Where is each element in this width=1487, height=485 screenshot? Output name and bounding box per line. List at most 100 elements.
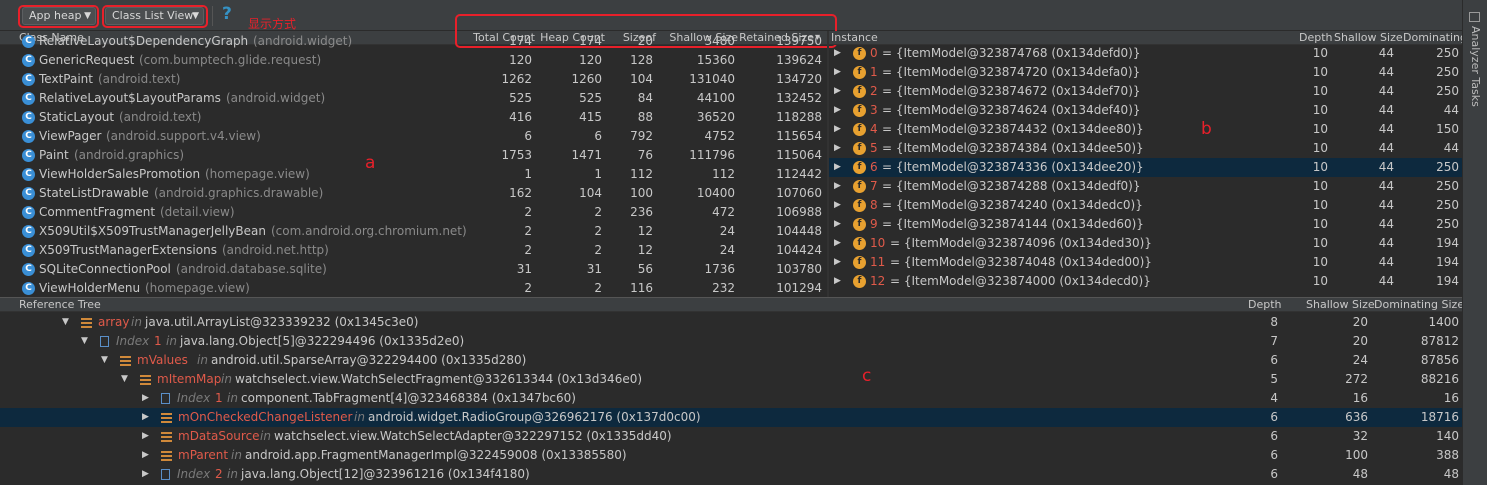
instance-row[interactable]: ▶ f 7 = {ItemModel@323874288 (0x134dedf0)} 1… [829, 177, 1462, 196]
class-row[interactable]: C Paint (android.graphics) 1753 1471 76 111796… [0, 146, 827, 165]
expand-arrow-icon[interactable]: ▶ [834, 82, 841, 101]
expand-arrow-icon[interactable]: ▶ [142, 389, 149, 408]
reference-row[interactable]: ▶ Index 1 in component.TabFragment[4]@323468… [0, 389, 1462, 408]
class-package: (android.net.http) [222, 243, 329, 257]
class-icon: C [22, 282, 35, 295]
heap-count: 174 [579, 35, 602, 48]
instance-row[interactable]: ▶ f 9 = {ItemModel@323874144 (0x134ded60)} 1… [829, 215, 1462, 234]
retained-size: 112442 [776, 167, 822, 181]
total-count: 1262 [501, 72, 532, 86]
analyzer-icon [1469, 12, 1480, 22]
depth: 10 [1312, 198, 1328, 212]
col-shallow-size[interactable]: Shallow Size [1334, 31, 1403, 44]
class-icon: C [22, 92, 35, 105]
expand-arrow-icon[interactable]: ▶ [142, 465, 149, 484]
col-shallow-size[interactable]: Shallow Size [1306, 298, 1375, 311]
col-depth[interactable]: Depth [1248, 298, 1282, 311]
instance-row[interactable]: ▶ f 1 = {ItemModel@323874720 (0x134defa0)} 1… [829, 63, 1462, 82]
field-icon: f [853, 237, 866, 250]
reference-row[interactable]: ▶ mParent in android.app.FragmentManagerImp… [0, 446, 1462, 465]
expand-arrow-icon[interactable]: ▶ [142, 446, 149, 465]
class-row[interactable]: C X509TrustManagerExtensions (android.net.… [0, 241, 827, 260]
field-icon: f [853, 180, 866, 193]
expand-arrow-icon[interactable]: ▶ [834, 139, 841, 158]
class-icon: C [22, 54, 35, 67]
class-package: (com.android.org.chromium.net) [271, 224, 467, 238]
heap-count: 104 [579, 186, 602, 200]
expand-arrow-icon[interactable]: ▶ [834, 177, 841, 196]
class-row[interactable]: C StateListDrawable (android.graphics.draw… [0, 184, 827, 203]
reference-row[interactable]: ▶ mOnCheckedChangeListener in android.widge… [0, 408, 1462, 427]
instance-table-body: ▶ f 0 = {ItemModel@323874768 (0x134defd0)} 1… [829, 44, 1462, 297]
reference-row[interactable]: ▼ mItemMap in watchselect.view.WatchSelectF… [0, 370, 1462, 389]
class-row[interactable]: C RelativeLayout$DependencyGraph (android.… [0, 35, 827, 51]
analyzer-tasks-strip[interactable]: Analyzer Tasks [1462, 0, 1487, 485]
index-prefix: Index [116, 334, 150, 348]
expand-arrow-icon[interactable]: ▶ [834, 120, 841, 139]
sizeof: 88 [637, 110, 653, 124]
expand-arrow-icon[interactable]: ▶ [834, 196, 841, 215]
sizeof: 84 [637, 91, 653, 105]
shallow-size: 24 [1352, 353, 1368, 367]
instance-row[interactable]: ▶ f 0 = {ItemModel@323874768 (0x134defd0)} 1… [829, 44, 1462, 63]
expand-arrow-icon[interactable]: ▶ [834, 272, 841, 291]
col-dominating-size[interactable]: Dominating Size [1374, 298, 1464, 311]
help-icon[interactable]: ? [222, 4, 232, 24]
class-row[interactable]: C GenericRequest (com.bumptech.glide.reque… [0, 51, 827, 70]
class-row[interactable]: C X509Util$X509TrustManagerJellyBean (com.… [0, 222, 827, 241]
field-icon: f [853, 47, 866, 60]
instance-row[interactable]: ▶ f 2 = {ItemModel@323874672 (0x134def70)} 1… [829, 82, 1462, 101]
expand-arrow-icon[interactable]: ▶ [834, 253, 841, 272]
reference-row[interactable]: ▼ mValues in android.util.SparseArray@32229… [0, 351, 1462, 370]
shallow-size: 44 [1378, 198, 1394, 212]
class-row[interactable]: C CommentFragment (detail.view) 2 2 236 472 106… [0, 203, 827, 222]
depth: 6 [1270, 429, 1278, 443]
instance-row[interactable]: ▶ f 4 = {ItemModel@323874432 (0x134dee80)} 1… [829, 120, 1462, 139]
class-name: Paint [39, 148, 69, 162]
reference-row[interactable]: ▶ mDataSource in watchselect.view.WatchSele… [0, 427, 1462, 446]
instance-row[interactable]: ▶ f 11 = {ItemModel@323874048 (0x134ded00)}… [829, 253, 1462, 272]
retained-size: 107060 [776, 186, 822, 200]
collapse-arrow-icon[interactable]: ▼ [101, 351, 108, 370]
class-row[interactable]: C TextPaint (android.text) 1262 1260 104 13104… [0, 70, 827, 89]
expand-arrow-icon[interactable]: ▶ [834, 215, 841, 234]
depth: 10 [1312, 160, 1328, 174]
class-row[interactable]: C ViewHolderSalesPromotion (homepage.view)… [0, 165, 827, 184]
shallow-size: 20 [1352, 334, 1368, 348]
instance-row[interactable]: ▶ f 6 = {ItemModel@323874336 (0x134dee20)} 1… [829, 158, 1462, 177]
col-reference-tree[interactable]: Reference Tree [19, 298, 101, 311]
reference-row[interactable]: ▼ Index 1 in java.lang.Object[5]@322294496 (… [0, 332, 1462, 351]
expand-arrow-icon[interactable]: ▶ [834, 158, 841, 177]
class-row[interactable]: C RelativeLayout$LayoutParams (android.wid… [0, 89, 827, 108]
class-package: (android.graphics.drawable) [154, 186, 324, 200]
expand-arrow-icon[interactable]: ▶ [834, 101, 841, 120]
reference-row[interactable]: ▼ array in java.util.ArrayList@323339232 (0… [0, 313, 1462, 332]
annotation-box-view [102, 5, 208, 28]
col-depth[interactable]: Depth [1299, 31, 1333, 44]
shallow-size: 44 [1378, 236, 1394, 250]
instance-row[interactable]: ▶ f 10 = {ItemModel@323874096 (0x134ded30)}… [829, 234, 1462, 253]
expand-arrow-icon[interactable]: ▶ [142, 408, 149, 427]
collapse-arrow-icon[interactable]: ▼ [121, 370, 128, 389]
expand-arrow-icon[interactable]: ▶ [834, 63, 841, 82]
instance-row[interactable]: ▶ f 12 = {ItemModel@323874000 (0x134decd0)}… [829, 272, 1462, 291]
reference-row[interactable]: ▶ Index 2 in java.lang.Object[12]@323961216 … [0, 465, 1462, 484]
class-row[interactable]: C StaticLayout (android.text) 416 415 88 36520… [0, 108, 827, 127]
col-instance[interactable]: Instance [831, 31, 878, 44]
depth: 10 [1312, 84, 1328, 98]
field-icon [161, 413, 172, 423]
depth: 10 [1312, 179, 1328, 193]
instance-row[interactable]: ▶ f 3 = {ItemModel@323874624 (0x134def40)} 1… [829, 101, 1462, 120]
expand-arrow-icon[interactable]: ▶ [834, 234, 841, 253]
expand-arrow-icon[interactable]: ▶ [142, 427, 149, 446]
class-row[interactable]: C ViewPager (android.support.v4.view) 6 6 792… [0, 127, 827, 146]
instance-row[interactable]: ▶ f 5 = {ItemModel@323874384 (0x134dee50)} 1… [829, 139, 1462, 158]
instance-row[interactable]: ▶ f 8 = {ItemModel@323874240 (0x134dedc0)} 1… [829, 196, 1462, 215]
shallow-size: 636 [1345, 410, 1368, 424]
collapse-arrow-icon[interactable]: ▼ [62, 313, 69, 332]
expand-arrow-icon[interactable]: ▶ [834, 44, 841, 63]
class-row[interactable]: C SQLiteConnectionPool (android.database.s… [0, 260, 827, 279]
class-row[interactable]: C ViewHolderMenu (homepage.view) 2 2 116 232 10… [0, 279, 827, 297]
collapse-arrow-icon[interactable]: ▼ [81, 332, 88, 351]
shallow-size: 44 [1378, 141, 1394, 155]
